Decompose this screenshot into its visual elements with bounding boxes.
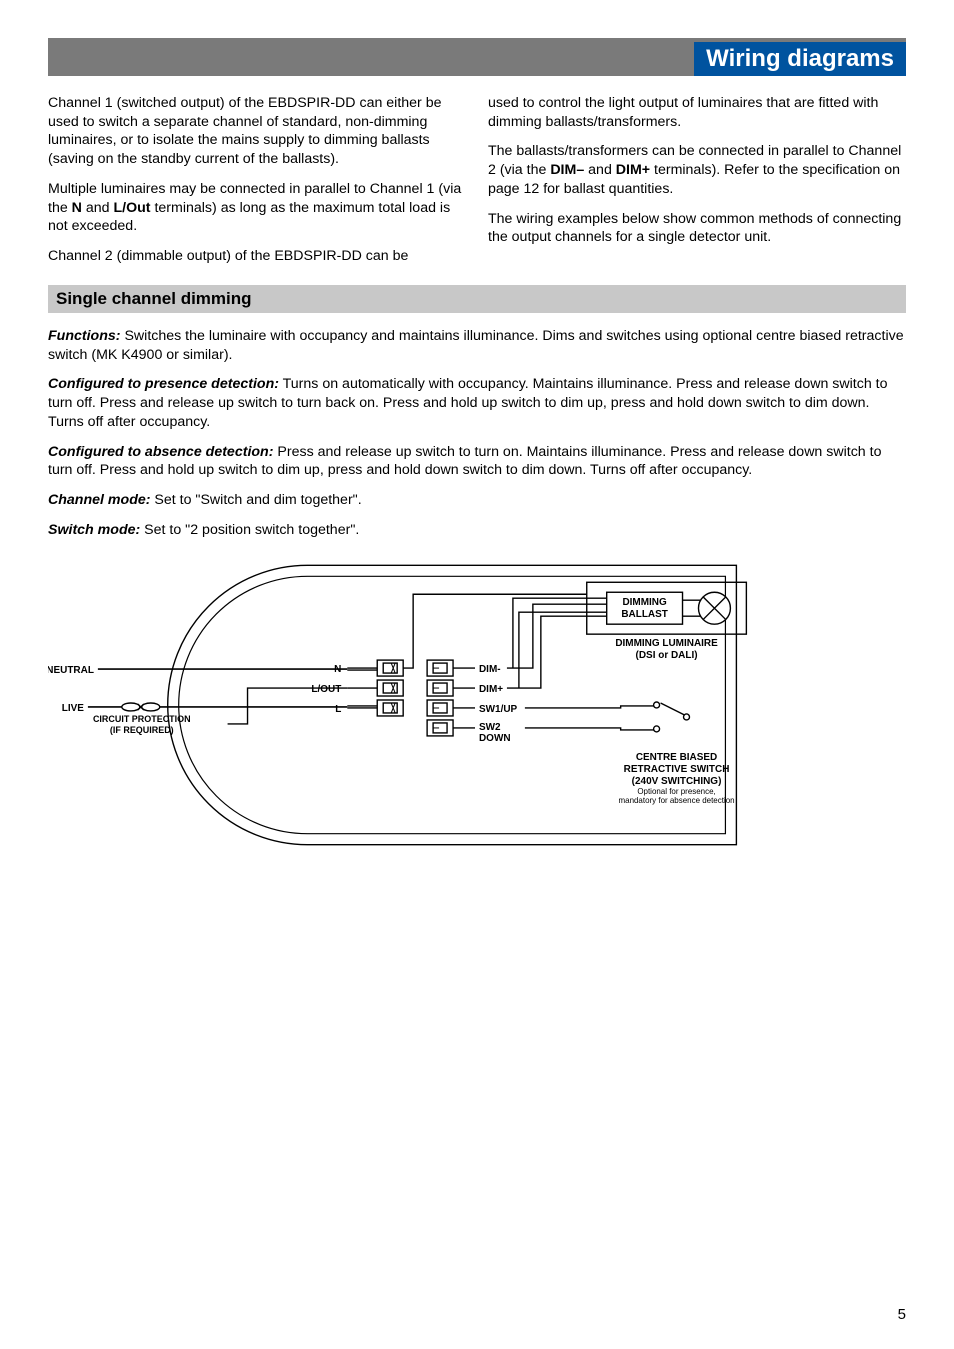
label-switch-3: (240V SWITCHING) — [632, 776, 722, 787]
label-neutral: NEUTRAL — [48, 666, 94, 677]
intro-left-p3: Channel 2 (dimmable output) of the EBDSP… — [48, 247, 466, 266]
wiring-diagram: N L/OUT L DIM- DIM+ — [48, 550, 906, 850]
terminal-sw2b: DOWN — [479, 733, 511, 744]
label-dimming-ballast-1: DIMMING — [622, 598, 667, 609]
intro-right-p1: used to control the light output of lumi… — [488, 94, 906, 131]
terminal-dim-minus: DIM- — [479, 665, 501, 676]
page-number: 5 — [898, 1306, 906, 1323]
label-switch-2: RETRACTIVE SWITCH — [624, 764, 730, 775]
header-bar: Wiring diagrams — [48, 38, 906, 76]
terminal-sw2a: SW2 — [479, 722, 501, 733]
intro-right: used to control the light output of lumi… — [488, 94, 906, 277]
wiring-diagram-svg: N L/OUT L DIM- DIM+ — [48, 550, 906, 850]
para-presence: Configured to presence detection: Turns … — [48, 375, 906, 431]
intro-right-p2: The ballasts/transformers can be connect… — [488, 142, 906, 198]
label-dimming-luminaire-1: DIMMING LUMINAIRE — [615, 639, 718, 650]
page-title: Wiring diagrams — [694, 42, 906, 76]
label-switch-5: mandatory for absence detection — [619, 796, 735, 805]
label-switch-1: CENTRE BIASED — [636, 752, 717, 763]
label-switch-4: Optional for presence, — [637, 787, 715, 796]
terminal-sw1: SW1/UP — [479, 704, 518, 715]
label-dimming-ballast-2: BALLAST — [621, 610, 668, 621]
intro-left: Channel 1 (switched output) of the EBDSP… — [48, 94, 466, 277]
terminal-dim-plus: DIM+ — [479, 685, 503, 696]
para-channel-mode: Channel mode: Set to "Switch and dim tog… — [48, 491, 906, 510]
label-dimming-luminaire-2: (DSI or DALI) — [636, 651, 698, 662]
terminal-lout: L/OUT — [311, 685, 341, 696]
terminal-l: L — [335, 704, 341, 715]
label-live: LIVE — [62, 703, 85, 714]
para-switch-mode: Switch mode: Set to "2 position switch t… — [48, 521, 906, 540]
intro-right-p3: The wiring examples below show common me… — [488, 210, 906, 247]
section-heading: Single channel dimming — [48, 285, 906, 313]
para-absence: Configured to absence detection: Press a… — [48, 443, 906, 480]
label-circuit-protection-1: CIRCUIT PROTECTION — [93, 714, 191, 724]
intro-columns: Channel 1 (switched output) of the EBDSP… — [48, 94, 906, 277]
section-body: Functions: Switches the luminaire with o… — [48, 327, 906, 540]
para-functions: Functions: Switches the luminaire with o… — [48, 327, 906, 364]
label-circuit-protection-2: (IF REQUIRED) — [110, 725, 174, 735]
intro-left-p1: Channel 1 (switched output) of the EBDSP… — [48, 94, 466, 169]
intro-left-p2: Multiple luminaires may be connected in … — [48, 180, 466, 236]
